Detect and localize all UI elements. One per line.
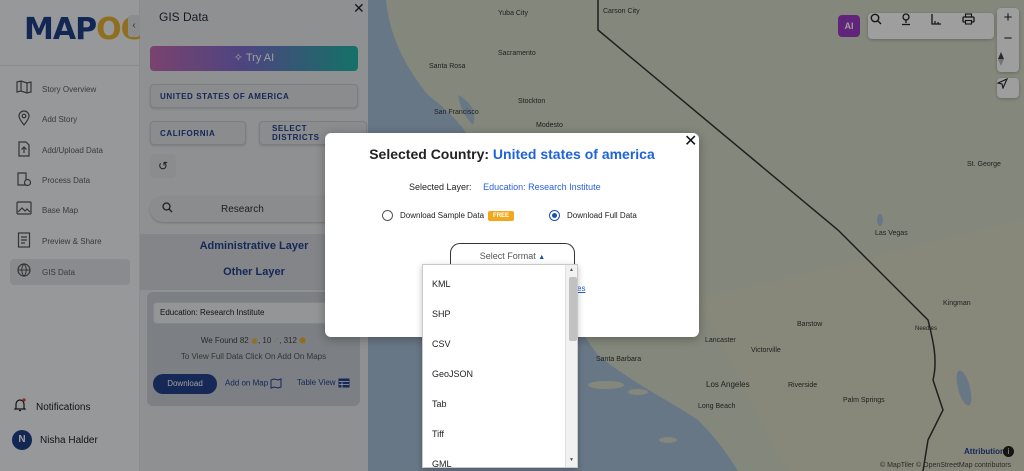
selected-layer-row: Selected Layer: Education: Research Inst… bbox=[409, 182, 601, 192]
format-option-shp[interactable]: SHP bbox=[432, 309, 451, 319]
selected-country-value: United states of america bbox=[492, 146, 655, 162]
format-option-tab[interactable]: Tab bbox=[432, 399, 447, 409]
select-format-label: Select Format bbox=[479, 251, 536, 261]
scroll-down-icon[interactable]: ▼ bbox=[569, 457, 574, 463]
caret-up-icon: ▲ bbox=[538, 254, 546, 261]
selected-layer-value: Education: Research Institute bbox=[483, 182, 601, 192]
scroll-up-icon[interactable]: ▲ bbox=[569, 267, 574, 273]
sample-label: Download Sample Data bbox=[400, 211, 485, 220]
format-option-tiff[interactable]: Tiff bbox=[432, 429, 444, 439]
format-option-kml[interactable]: KML bbox=[432, 279, 451, 289]
full-data-label: Download Full Data bbox=[567, 211, 637, 220]
full-data-radio[interactable] bbox=[549, 210, 560, 221]
scrollbar-thumb[interactable] bbox=[569, 277, 577, 341]
dialog-title: Selected Country: United states of ameri… bbox=[325, 146, 699, 162]
free-badge: FREE bbox=[488, 210, 515, 221]
dropdown-scrollbar[interactable]: ▲ ▼ bbox=[565, 265, 577, 467]
download-sample-option[interactable]: Download Sample Data FREE bbox=[382, 210, 515, 221]
download-full-option[interactable]: Download Full Data bbox=[549, 210, 637, 221]
format-option-csv[interactable]: CSV bbox=[432, 339, 451, 349]
partial-link[interactable]: es bbox=[577, 284, 585, 293]
format-option-geojson[interactable]: GeoJSON bbox=[432, 369, 473, 379]
sample-radio[interactable] bbox=[382, 210, 393, 221]
format-option-gml[interactable]: GML bbox=[432, 459, 452, 467]
selected-layer-label: Selected Layer: bbox=[409, 182, 472, 192]
format-options-list: KML SHP CSV GeoJSON Tab Tiff GML ▲ ▼ bbox=[422, 264, 578, 468]
selected-country-label: Selected Country: bbox=[369, 146, 490, 162]
